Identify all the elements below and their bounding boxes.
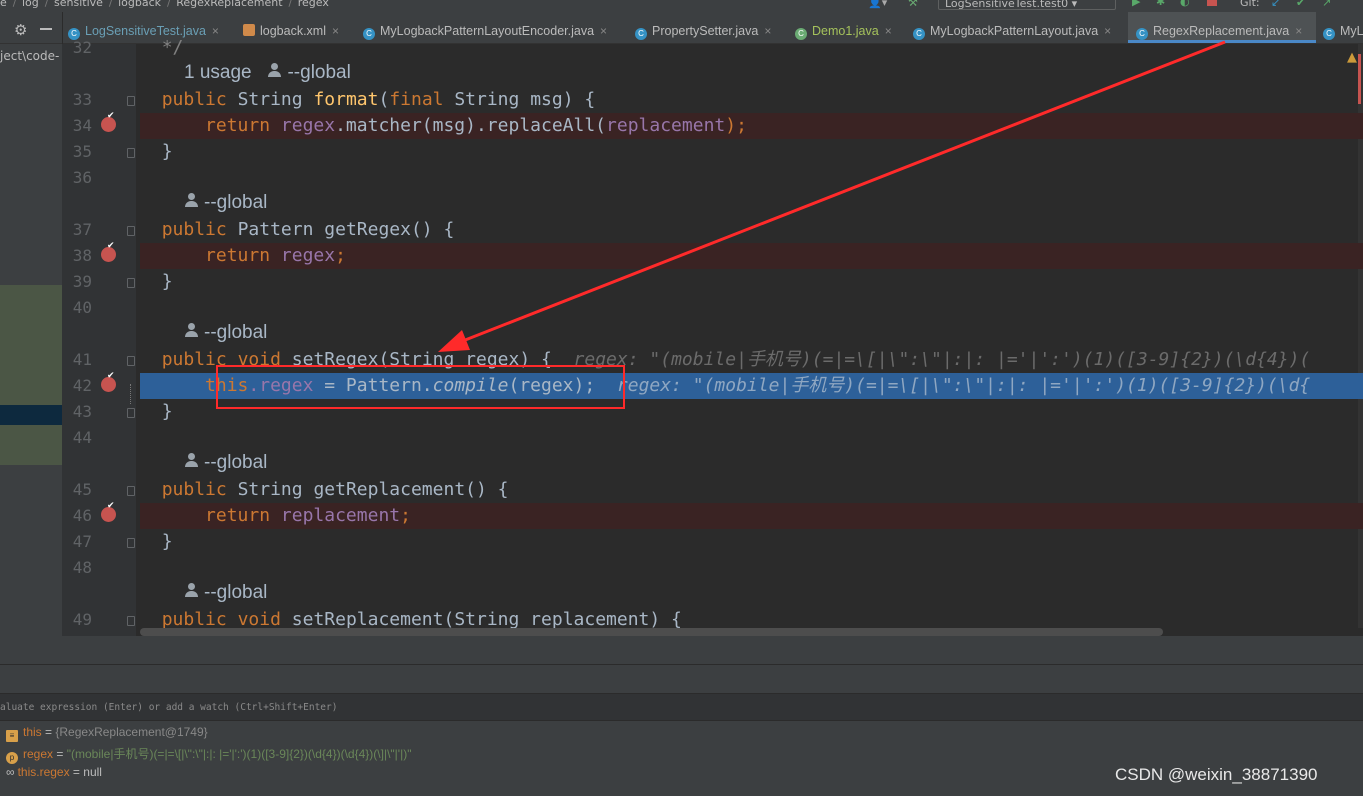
code-line-32[interactable]: */ — [140, 35, 1363, 61]
git-label: Git: — [1240, 0, 1260, 9]
code-line-34[interactable]: return regex.matcher(msg).replaceAll(rep… — [140, 113, 1363, 139]
code-line-45[interactable]: public String getReplacement() { — [140, 477, 1363, 503]
code-line-39[interactable]: } — [140, 269, 1363, 295]
fold-icon[interactable] — [127, 278, 135, 288]
line-number: 48 — [72, 558, 92, 577]
variable-row[interactable]: p regex = "(mobile|手机号)(=|=\[|\":\"|:|: |… — [6, 745, 411, 764]
run-icon[interactable]: ▶ — [1132, 0, 1140, 8]
line-number: 44 — [72, 428, 92, 447]
line-number: 34 — [72, 116, 92, 135]
line-number: 40 — [72, 298, 92, 317]
code-line-43[interactable]: } — [140, 399, 1363, 425]
line-number: 46 — [72, 506, 92, 525]
line-number: 37 — [72, 220, 92, 239]
horizontal-scrollbar[interactable] — [140, 628, 1163, 636]
object-icon: ≡ — [6, 730, 18, 742]
author-icon — [184, 453, 200, 469]
fold-icon[interactable] — [127, 538, 135, 548]
line-number: 47 — [72, 532, 92, 551]
line-number: 36 — [72, 168, 92, 187]
tree-highlight — [0, 425, 62, 465]
git-update-icon[interactable]: ↙ — [1271, 0, 1280, 9]
minimize-icon[interactable] — [40, 28, 52, 30]
author-hint[interactable]: --global — [184, 452, 267, 474]
evaluate-expression-field[interactable]: aluate expression (Enter) or add a watch… — [0, 693, 1363, 721]
code-line-38[interactable]: return regex; — [140, 243, 1363, 269]
fold-icon[interactable] — [127, 148, 135, 158]
breakpoint-icon[interactable] — [101, 371, 116, 392]
stop-icon[interactable] — [1207, 0, 1217, 6]
run-configuration-select[interactable]: LogSensitiveTest.test0 ▾ — [938, 0, 1116, 10]
code-line-41[interactable]: public void setRegex(String regex) { reg… — [140, 347, 1363, 373]
line-number: 32 — [72, 38, 92, 57]
fold-icon[interactable] — [127, 408, 135, 418]
breadcrumb-item[interactable]: e — [0, 0, 7, 9]
watermark: CSDN @weixin_38871390 — [1115, 765, 1318, 784]
coverage-icon[interactable]: ◐ — [1180, 0, 1190, 8]
tree-selected-row[interactable] — [0, 405, 62, 425]
variable-row[interactable]: ≡ this = {RegexReplacement@1749} — [6, 725, 208, 742]
fold-icon[interactable] — [127, 356, 135, 366]
inline-debug-value: regex: "(mobile|手机号)(=|=\[|\":\"|:|: |='… — [573, 349, 1311, 370]
code-line-46[interactable]: return replacement; — [140, 503, 1363, 529]
code-line-35[interactable]: } — [140, 139, 1363, 165]
breadcrumb-item[interactable]: sensitive — [54, 0, 103, 9]
breadcrumb-item[interactable]: RegexReplacement — [176, 0, 282, 9]
author-icon — [184, 583, 200, 599]
author-icon — [184, 193, 200, 209]
fold-icon[interactable] — [127, 486, 135, 496]
inline-debug-value: regex: "(mobile|手机号)(=|=\[|\":\"|:|: |='… — [616, 375, 1311, 396]
gear-icon[interactable]: ⚙ — [14, 21, 27, 39]
author-hint[interactable]: --global — [184, 192, 267, 214]
breadcrumb-item[interactable]: logback — [118, 0, 161, 9]
project-path: ject\code- — [0, 49, 60, 63]
fold-icon[interactable] — [127, 96, 135, 106]
line-number: 45 — [72, 480, 92, 499]
code-line-37[interactable]: public Pattern getRegex() { — [140, 217, 1363, 243]
fold-icon[interactable] — [127, 616, 135, 626]
line-number: 49 — [72, 610, 92, 629]
breadcrumb: e / log / sensitive / logback / RegexReplace… — [0, 0, 331, 9]
code-line-42-current[interactable]: this.regex = Pattern.compile(regex); reg… — [140, 373, 1363, 399]
line-number: 43 — [72, 402, 92, 421]
line-number: 33 — [72, 90, 92, 109]
git-commit-icon[interactable]: ✔ — [1296, 0, 1305, 9]
git-push-icon[interactable]: ↗ — [1322, 0, 1331, 9]
breakpoint-icon[interactable] — [101, 111, 116, 132]
project-panel: ject\code- — [0, 44, 62, 636]
breakpoint-icon[interactable] — [101, 241, 116, 262]
line-number: 42 — [72, 376, 92, 395]
code-line-33[interactable]: public String format(final String msg) { — [140, 87, 1363, 113]
author-icon — [267, 63, 283, 79]
user-icon[interactable]: 👤▾ — [868, 0, 887, 9]
breadcrumb-item[interactable]: regex — [298, 0, 329, 9]
line-number: 38 — [72, 246, 92, 265]
variable-row[interactable]: ∞ this.regex = null — [6, 765, 102, 779]
usage-hint[interactable]: 1 usage --global — [184, 62, 351, 84]
navigation-bar: e / log / sensitive / logback / RegexReplace… — [0, 0, 1363, 12]
line-number: 41 — [72, 350, 92, 369]
hammer-icon[interactable]: ⚒ — [908, 0, 918, 9]
code-line-47[interactable]: } — [140, 529, 1363, 555]
author-hint[interactable]: --global — [184, 582, 267, 604]
watch-icon: ∞ — [6, 765, 15, 779]
line-number: 35 — [72, 142, 92, 161]
fold-icon[interactable] — [127, 226, 135, 236]
breakpoint-icon[interactable] — [101, 501, 116, 522]
debug-icon[interactable]: ✱ — [1156, 0, 1165, 8]
parameter-icon: p — [6, 752, 18, 764]
tree-highlight — [0, 285, 62, 405]
author-icon — [184, 323, 200, 339]
line-number: 39 — [72, 272, 92, 291]
author-hint[interactable]: --global — [184, 322, 267, 344]
breadcrumb-item[interactable]: log — [22, 0, 39, 9]
